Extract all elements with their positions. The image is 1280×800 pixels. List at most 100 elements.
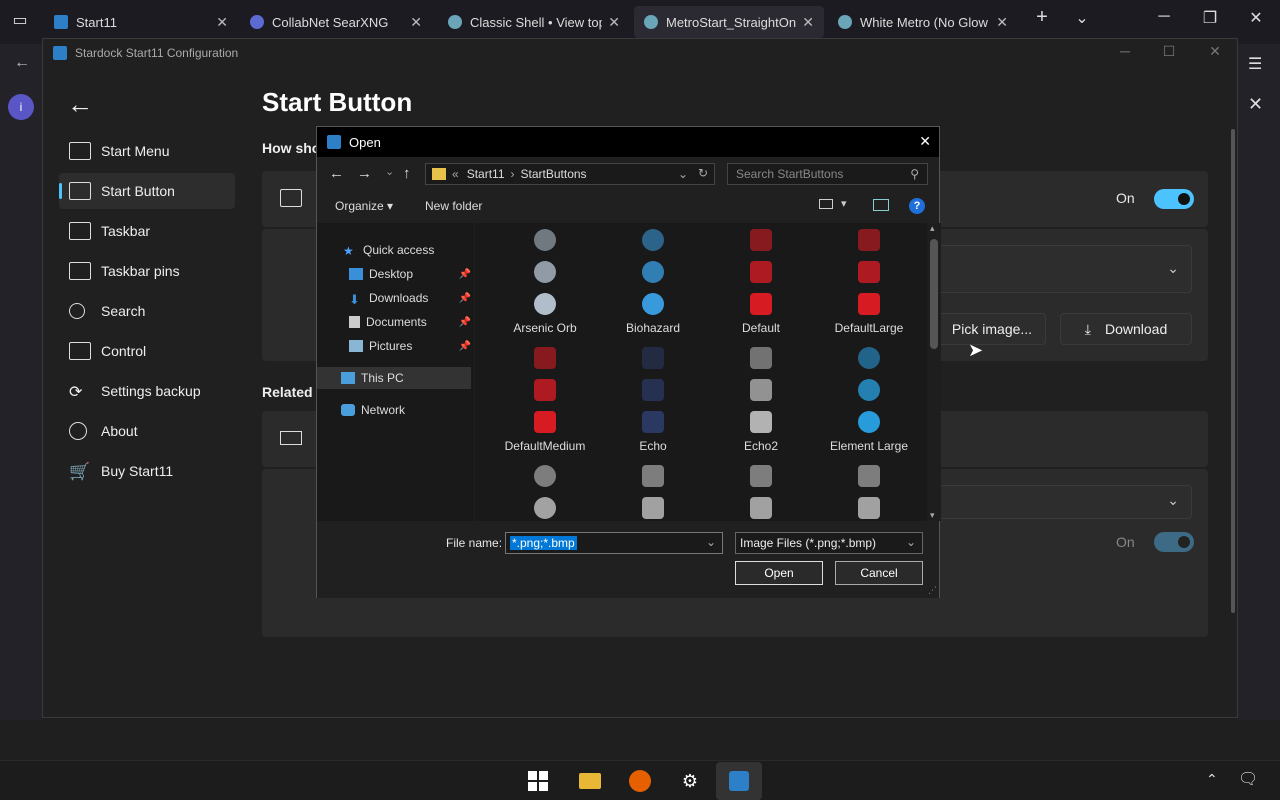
nav-about[interactable]: About — [59, 413, 235, 449]
breadcrumb-start11[interactable]: Start11 — [467, 167, 505, 181]
file-item[interactable]: DefaultMedium — [491, 347, 599, 453]
file-name-input[interactable]: *.png;*.bmp ⌄ — [505, 532, 723, 554]
scroll-thumb[interactable] — [930, 239, 938, 349]
back-icon[interactable]: ← — [329, 165, 344, 182]
tab-close-icon[interactable]: ✕ — [608, 14, 620, 31]
file-explorer-icon[interactable] — [576, 767, 604, 795]
file-list-scrollbar[interactable]: ▴ ▾ — [927, 223, 941, 521]
nav-taskbar-pins[interactable]: Taskbar pins — [59, 253, 235, 289]
file-item[interactable]: Echo — [599, 347, 707, 453]
nav-quick-access[interactable]: ★ Quick access — [343, 243, 434, 258]
file-item[interactable]: Echo2 — [707, 347, 815, 453]
view-options-icon[interactable] — [819, 199, 833, 209]
secondary-toggle[interactable] — [1154, 532, 1194, 552]
nav-buy-start11[interactable]: 🛒 Buy Start11 — [59, 453, 235, 489]
nav-label: About — [101, 423, 138, 439]
organize-menu[interactable]: Organize ▾ — [335, 199, 393, 213]
search-input[interactable]: Search StartButtons ⚲ — [727, 163, 928, 185]
nav-downloads[interactable]: ⬇ Downloads 📌 — [349, 291, 471, 307]
file-item[interactable]: Biohazard — [599, 229, 707, 335]
style-dropdown[interactable]: ⌄ — [938, 245, 1192, 293]
settings-icon[interactable]: ⚙ — [676, 767, 704, 795]
file-item[interactable] — [491, 465, 599, 521]
tab-searxng[interactable]: CollabNet SearXNG ✕ — [240, 6, 432, 38]
nav-control[interactable]: Control — [59, 333, 235, 369]
nav-settings-backup[interactable]: ⟳ Settings backup — [59, 373, 235, 409]
scroll-down-icon[interactable]: ▾ — [930, 510, 935, 521]
app-close-button[interactable]: ✕ — [1195, 43, 1235, 60]
nav-this-pc[interactable]: This PC — [317, 367, 471, 389]
app-scrollbar[interactable] — [1231, 129, 1235, 613]
cancel-button[interactable]: Cancel — [835, 561, 923, 585]
file-item[interactable] — [815, 465, 923, 521]
file-type-select[interactable]: Image Files (*.png;*.bmp) ⌄ — [735, 532, 923, 554]
tray-up-icon[interactable]: ⌃ — [1206, 771, 1218, 788]
preview-pane-icon[interactable] — [873, 199, 889, 211]
nav-label: Settings backup — [101, 383, 201, 399]
back-arrow-icon[interactable]: ← — [67, 89, 93, 120]
app-maximize-button[interactable]: ☐ — [1149, 43, 1189, 60]
tab-close-icon[interactable]: ✕ — [802, 14, 814, 31]
file-item[interactable]: DefaultLarge — [815, 229, 923, 335]
tab-list-button[interactable]: ⌄ — [1068, 8, 1096, 28]
firefox-icon[interactable] — [626, 767, 654, 795]
back-icon[interactable]: ← — [14, 54, 30, 72]
breadcrumb-startbuttons[interactable]: StartButtons — [521, 167, 587, 181]
windows-start-icon[interactable] — [524, 767, 552, 795]
file-item[interactable]: Element Large — [815, 347, 923, 453]
new-folder-button[interactable]: New folder — [425, 199, 482, 213]
nav-start-button[interactable]: Start Button — [59, 173, 235, 209]
recent-locations-icon[interactable]: ⌄ — [385, 165, 394, 178]
download-button[interactable]: ⤓ Download — [1060, 313, 1192, 345]
notification-icon[interactable]: 🗨 — [1238, 769, 1258, 789]
forward-icon[interactable]: → — [357, 165, 372, 182]
custom-button-toggle[interactable] — [1154, 189, 1194, 209]
tab-classic-shell[interactable]: Classic Shell • View topic ✕ — [438, 6, 630, 38]
file-item[interactable]: Default — [707, 229, 815, 335]
breadcrumb-overflow[interactable]: « — [452, 167, 459, 181]
view-dropdown-icon[interactable]: ▾ — [841, 197, 847, 210]
nav-documents[interactable]: Documents 📌 — [349, 315, 471, 329]
app-minimize-button[interactable]: ─ — [1105, 43, 1145, 59]
tab-overview-icon[interactable]: ▭ — [6, 10, 34, 30]
file-item[interactable]: Arsenic Orb — [491, 229, 599, 335]
section-heading: How sho — [262, 140, 321, 156]
nav-search[interactable]: Search — [59, 293, 235, 329]
tab-start11[interactable]: Start11 ✕ — [44, 6, 238, 38]
secondary-dropdown[interactable]: ⌄ — [938, 485, 1192, 519]
minimize-button[interactable]: ─ — [1150, 8, 1178, 26]
tab-close-icon[interactable]: ✕ — [410, 14, 422, 31]
address-bar[interactable]: « Start11 › StartButtons ⌄ ↻ — [425, 163, 715, 185]
new-tab-button[interactable]: + — [1028, 6, 1056, 29]
pick-image-button[interactable]: Pick image... — [938, 313, 1046, 345]
dialog-close-button[interactable]: ✕ — [919, 133, 931, 150]
tab-close-icon[interactable]: ✕ — [996, 14, 1008, 31]
nav-pictures[interactable]: Pictures 📌 — [349, 339, 471, 353]
nav-taskbar[interactable]: Taskbar — [59, 213, 235, 249]
start11-icon[interactable] — [716, 762, 762, 800]
chevron-down-icon[interactable]: ⌄ — [678, 167, 688, 181]
start-orb-icon — [750, 379, 772, 401]
tab-close-icon[interactable]: ✕ — [216, 14, 228, 31]
refresh-icon[interactable]: ↻ — [698, 166, 708, 180]
file-item[interactable] — [707, 465, 815, 521]
pin-icon: 📌 — [458, 316, 471, 328]
mouse-cursor-icon: ➤ — [968, 340, 984, 360]
file-item[interactable] — [599, 465, 707, 521]
scroll-up-icon[interactable]: ▴ — [930, 223, 935, 234]
resize-grip-icon[interactable]: ⋰ — [928, 585, 937, 596]
chevron-down-icon[interactable]: ⌄ — [706, 535, 716, 549]
up-folder-icon[interactable]: ↑ — [403, 165, 411, 182]
help-icon[interactable]: ? — [909, 198, 925, 214]
start-orb-icon — [642, 347, 664, 369]
nav-desktop[interactable]: Desktop 📌 — [349, 267, 471, 281]
notification-close-icon[interactable]: ✕ — [1248, 94, 1263, 115]
nav-start-menu[interactable]: Start Menu — [59, 133, 235, 169]
tab-white-metro[interactable]: White Metro (No Glow Or ✕ — [828, 6, 1018, 38]
tab-metrostart[interactable]: MetroStart_StraightOn.pn ✕ — [634, 6, 824, 38]
menu-button[interactable]: ☰ — [1248, 54, 1262, 74]
restore-button[interactable]: ❐ — [1196, 8, 1224, 28]
open-button[interactable]: Open — [735, 561, 823, 585]
close-button[interactable]: ✕ — [1242, 8, 1270, 28]
nav-network[interactable]: Network — [341, 403, 405, 417]
